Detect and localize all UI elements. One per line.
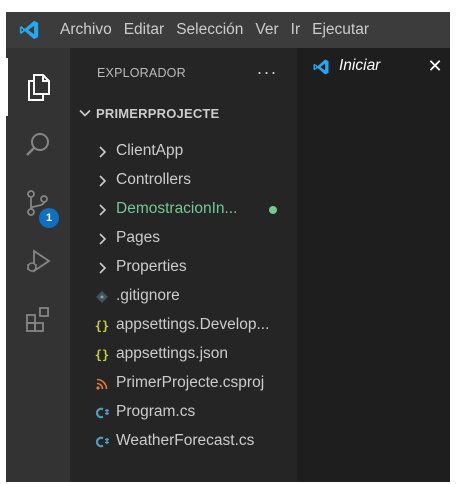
more-actions-button[interactable]: ··· [256, 62, 278, 82]
tree-item-label: DemostracionIn... [116, 200, 238, 217]
menu-editar[interactable]: Editar [118, 12, 171, 48]
vscode-logo-icon [313, 59, 329, 75]
menu-seleccion[interactable]: Selección [170, 12, 249, 48]
close-icon[interactable]: ✕ [427, 57, 443, 75]
tree-item-csproj[interactable]: PrimerProjecte.csproj [70, 369, 297, 398]
activity-bar: 1 [6, 48, 70, 482]
tab-iniciar[interactable]: Iniciar ✕ [297, 48, 450, 84]
json-icon: {} [94, 319, 110, 333]
search-icon [26, 133, 49, 156]
tree-item-appsettings-development[interactable]: {} appsettings.Develop... [70, 311, 297, 340]
chevron-right-icon [99, 262, 107, 274]
chevron-right-icon [99, 146, 107, 158]
activity-extensions[interactable] [6, 290, 70, 348]
csharp-icon [94, 434, 110, 450]
explorer-sidebar: EXPLORADOR ··· PRIMERPROJECTE ClientApp … [70, 48, 297, 482]
tree-item-label: appsettings.json [116, 345, 229, 362]
tree-item-label: Program.cs [116, 403, 196, 420]
activity-explorer[interactable] [6, 58, 70, 116]
editor-tab-bar: Iniciar ✕ [297, 48, 450, 84]
tree-item-gitignore[interactable]: .gitignore [70, 282, 297, 311]
tree-item-label: PrimerProjecte.csproj [116, 374, 265, 391]
tree-item-weatherforecast-cs[interactable]: WeatherForecast.cs [70, 427, 297, 456]
tree-item-controllers[interactable]: Controllers [70, 166, 297, 195]
tree-item-label: Controllers [116, 171, 191, 188]
chevron-right-icon [99, 233, 107, 245]
extensions-icon [26, 307, 49, 332]
rss-icon [94, 376, 110, 392]
tree-item-pages[interactable]: Pages [70, 224, 297, 253]
tree-item-label: Properties [116, 258, 187, 275]
menu-bar: Archivo Editar Selección Ver Ir Ejecutar [6, 12, 450, 48]
activity-source-control[interactable]: 1 [6, 174, 70, 232]
tree-item-properties[interactable]: Properties [70, 253, 297, 282]
project-folder-header[interactable]: PRIMERPROJECTE [70, 100, 297, 128]
editor-area[interactable] [297, 84, 450, 482]
menu-ir[interactable]: Ir [285, 12, 306, 48]
modified-indicator [269, 206, 277, 214]
explorer-title: EXPLORADOR [97, 66, 186, 80]
activity-search[interactable] [6, 116, 70, 174]
chevron-right-icon [99, 204, 107, 216]
menu-ver[interactable]: Ver [249, 12, 284, 48]
menu-archivo[interactable]: Archivo [52, 12, 118, 48]
source-control-badge: 1 [39, 208, 59, 228]
tree-item-label: .gitignore [116, 287, 180, 304]
csharp-icon [94, 405, 110, 421]
tree-item-clientapp[interactable]: ClientApp [70, 137, 297, 166]
tree-item-label: ClientApp [116, 142, 184, 159]
tree-item-appsettings-json[interactable]: {} appsettings.json [70, 340, 297, 369]
tree-item-program-cs[interactable]: Program.cs [70, 398, 297, 427]
run-debug-icon [27, 249, 51, 273]
tree-item-demostracion[interactable]: DemostracionIn... [70, 195, 297, 224]
tab-label: Iniciar [339, 57, 381, 74]
git-icon [94, 289, 110, 305]
vscode-window: Archivo Editar Selección Ver Ir Ejecutar [6, 12, 450, 482]
chevron-down-icon [79, 109, 91, 117]
files-icon [28, 74, 50, 101]
json-icon: {} [94, 348, 110, 362]
vscode-logo-icon[interactable] [6, 12, 52, 48]
activity-run-debug[interactable] [6, 232, 70, 290]
tree-item-label: appsettings.Develop... [116, 316, 270, 333]
tree-item-label: Pages [116, 229, 160, 246]
chevron-right-icon [99, 175, 107, 187]
menu-ejecutar[interactable]: Ejecutar [306, 12, 375, 48]
project-name: PRIMERPROJECTE [96, 106, 220, 121]
tree-item-label: WeatherForecast.cs [116, 432, 255, 449]
